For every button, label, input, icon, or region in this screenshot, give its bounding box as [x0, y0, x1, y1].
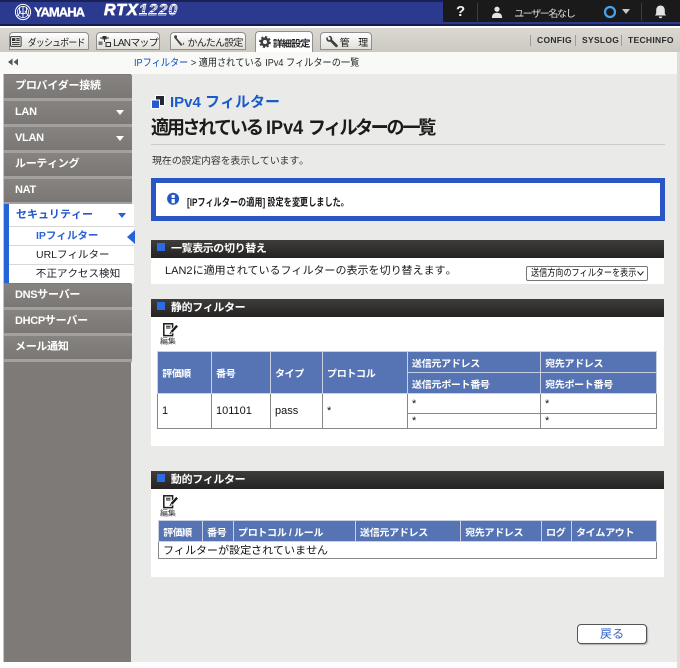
svg-text:YAMAHA: YAMAHA [34, 5, 86, 20]
